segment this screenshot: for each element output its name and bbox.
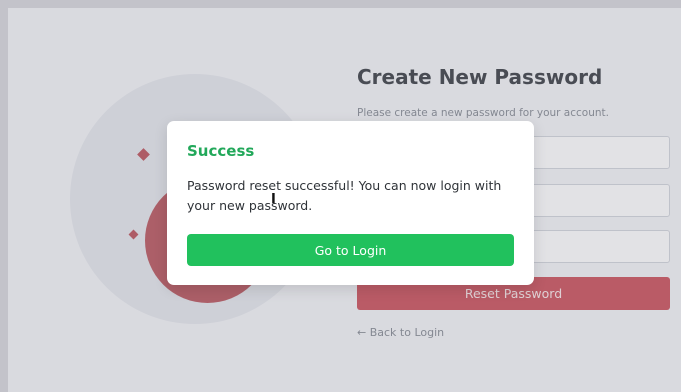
success-dialog: Success Password reset successful! You c… [167, 121, 534, 285]
text-cursor-icon: I [271, 192, 276, 207]
dialog-message: Password reset successful! You can now l… [187, 178, 502, 213]
go-to-login-button[interactable]: Go to Login [187, 234, 514, 266]
dialog-title: Success [187, 142, 255, 160]
